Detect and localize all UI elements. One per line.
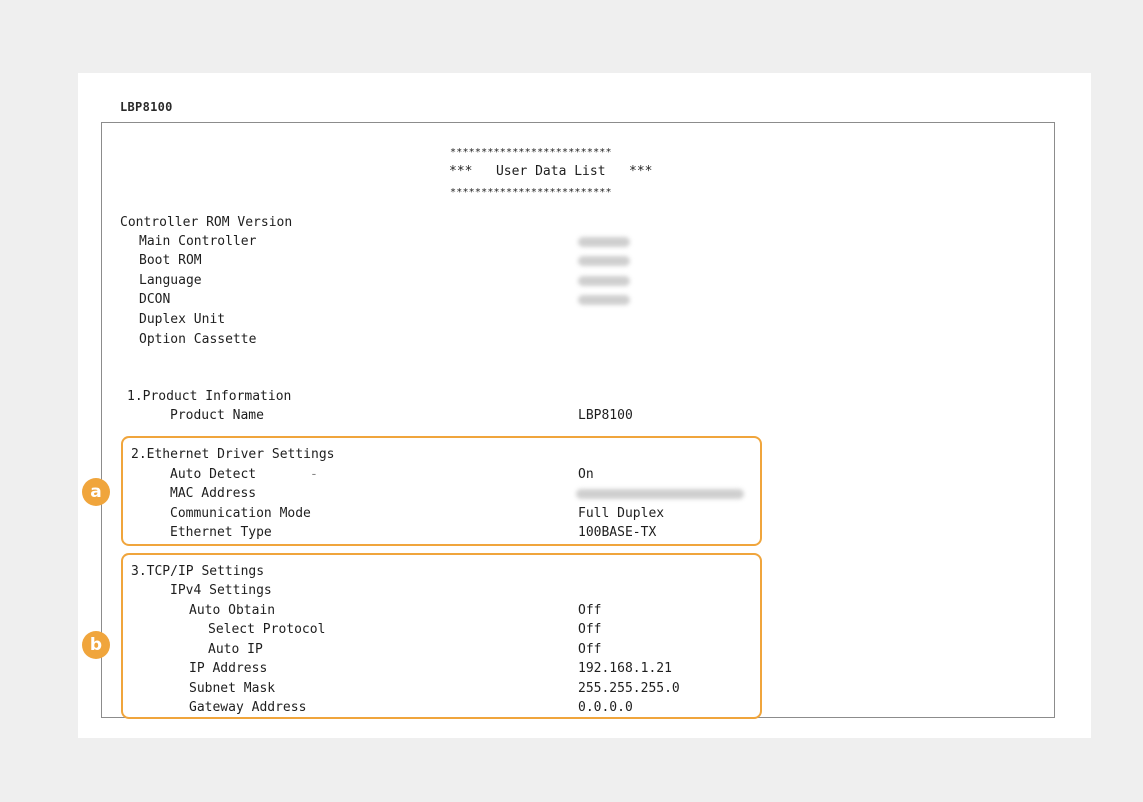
auto-ip-label: Auto IP — [208, 642, 263, 657]
header-stars-top: ************************** — [450, 147, 612, 158]
auto-obtain-label: Auto Obtain — [189, 603, 276, 618]
select-protocol-label: Select Protocol — [208, 622, 326, 637]
auto-detect-label: Auto Detect — [170, 467, 257, 482]
callout-badge-b: b — [82, 631, 110, 659]
header-stars-bottom: ************************** — [450, 187, 612, 198]
report-title: *** User Data List *** — [449, 164, 653, 179]
ethernet-heading: 2.Ethernet Driver Settings — [131, 447, 335, 462]
ip-address-label: IP Address — [189, 661, 268, 676]
product-info-heading: 1.Product Information — [127, 389, 292, 404]
mac-address-label: MAC Address — [170, 486, 257, 501]
product-name-label: Product Name — [170, 408, 264, 423]
select-protocol-value: Off — [578, 622, 602, 637]
subnet-mask-value: 255.255.255.0 — [578, 681, 680, 696]
controller-item: Duplex Unit — [139, 312, 226, 327]
auto-ip-value: Off — [578, 642, 602, 657]
redacted-mac-address — [576, 489, 744, 499]
callout-badge-a: a — [82, 478, 110, 506]
controller-item: Option Cassette — [139, 332, 257, 347]
ethernet-type-label: Ethernet Type — [170, 525, 272, 540]
communication-mode-label: Communication Mode — [170, 506, 311, 521]
communication-mode-value: Full Duplex — [578, 506, 665, 521]
controller-item: Boot ROM — [139, 253, 202, 268]
subnet-mask-label: Subnet Mask — [189, 681, 276, 696]
controller-item: Main Controller — [139, 234, 257, 249]
auto-obtain-value: Off — [578, 603, 602, 618]
controller-rom-heading: Controller ROM Version — [120, 215, 293, 230]
gateway-address-label: Gateway Address — [189, 700, 307, 715]
auto-detect-dash: - — [310, 467, 318, 482]
tcpip-heading: 3.TCP/IP Settings — [131, 564, 265, 579]
redacted-value — [578, 276, 630, 286]
ipv4-settings-label: IPv4 Settings — [170, 583, 272, 598]
controller-item: Language — [139, 273, 202, 288]
redacted-value — [578, 237, 630, 247]
ip-address-value: 192.168.1.21 — [578, 661, 672, 676]
printer-model-label: LBP8100 — [120, 100, 173, 114]
gateway-address-value: 0.0.0.0 — [578, 700, 633, 715]
controller-item: DCON — [139, 292, 171, 307]
auto-detect-value: On — [578, 467, 594, 482]
redacted-value — [578, 295, 630, 305]
ethernet-type-value: 100BASE-TX — [578, 525, 657, 540]
product-name-value: LBP8100 — [578, 408, 633, 423]
redacted-value — [578, 256, 630, 266]
